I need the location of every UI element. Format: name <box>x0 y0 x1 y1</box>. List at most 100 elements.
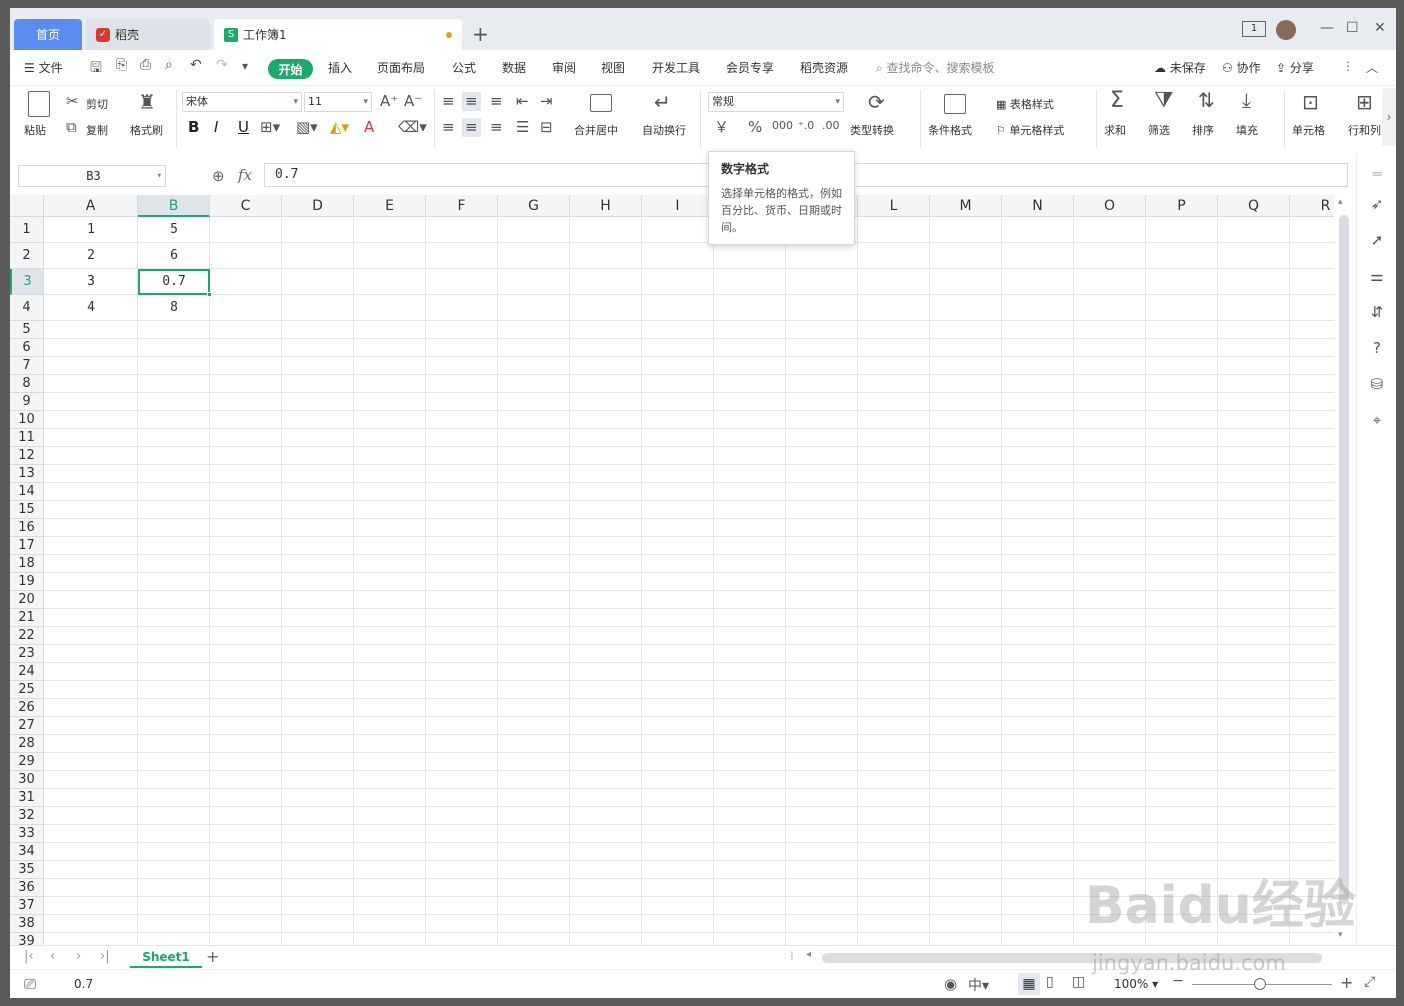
decrease-font-icon[interactable]: A⁻ <box>404 94 422 109</box>
scroll-up-icon[interactable]: ▴ <box>1338 197 1343 207</box>
macro-record-icon[interactable]: ⎚ <box>24 975 36 993</box>
undo-icon[interactable]: ↶ <box>190 57 202 73</box>
collapse-ribbon-icon[interactable]: ︿ <box>1366 59 1378 76</box>
underline-button[interactable]: U <box>238 120 249 135</box>
print-preview-icon[interactable]: ⌕ <box>165 57 173 73</box>
column-header-b[interactable]: B <box>138 195 210 217</box>
prev-sheet-icon[interactable]: ‹ <box>50 949 55 964</box>
row-header-33[interactable]: 33 <box>10 825 44 843</box>
fullscreen-icon[interactable]: ⤢ <box>1364 974 1375 990</box>
paste-icon[interactable] <box>28 91 50 117</box>
row-header-29[interactable]: 29 <box>10 753 44 771</box>
font-size-select[interactable]: 11 <box>304 92 372 112</box>
align-middle-icon[interactable]: ≡ <box>462 92 481 111</box>
row-header-16[interactable]: 16 <box>10 519 44 537</box>
column-header-g[interactable]: G <box>498 195 570 217</box>
row-header-26[interactable]: 26 <box>10 699 44 717</box>
select-cursor-icon[interactable]: ➚ <box>1366 229 1388 251</box>
row-header-30[interactable]: 30 <box>10 771 44 789</box>
currency-button[interactable]: ￥ <box>714 120 729 135</box>
align-bottom-icon[interactable]: ≡ <box>490 94 503 109</box>
align-left-icon[interactable]: ≡ <box>442 120 455 135</box>
row-header-27[interactable]: 27 <box>10 717 44 735</box>
distribute-icon[interactable]: ⊟ <box>540 120 553 135</box>
cell-b4[interactable]: 8 <box>138 295 210 321</box>
column-header-p[interactable]: P <box>1146 195 1218 217</box>
decrease-decimal-icon[interactable]: .00 <box>822 120 840 131</box>
italic-button[interactable]: I <box>214 120 218 135</box>
cell-b1[interactable]: 5 <box>138 217 210 243</box>
menu-file[interactable]: ☰ 文件 <box>24 59 63 76</box>
row-header-18[interactable]: 18 <box>10 555 44 573</box>
cell-style-button[interactable]: ⚐ 单元格样式 <box>996 122 1064 138</box>
select-all-corner[interactable] <box>10 195 44 217</box>
cell-a4[interactable]: 4 <box>44 295 138 321</box>
row-header-10[interactable]: 10 <box>10 411 44 429</box>
copy-button[interactable]: 复制 <box>86 122 108 138</box>
align-right-icon[interactable]: ≡ <box>490 120 503 135</box>
menu-start[interactable]: 开始 <box>268 59 313 79</box>
language-icon[interactable]: 中▾ <box>968 975 989 995</box>
fill-color-icon[interactable]: ◭▾ <box>330 120 349 135</box>
row-header-5[interactable]: 5 <box>10 321 44 339</box>
clear-format-icon[interactable]: ⌫▾ <box>398 120 427 135</box>
row-header-2[interactable]: 2 <box>10 243 44 269</box>
row-header-11[interactable]: 11 <box>10 429 44 447</box>
menu-developer[interactable]: 开发工具 <box>652 59 700 76</box>
row-header-36[interactable]: 36 <box>10 879 44 897</box>
row-header-7[interactable]: 7 <box>10 357 44 375</box>
zoom-slider-handle[interactable] <box>1254 978 1266 990</box>
number-format-select[interactable]: 常规 <box>708 92 844 112</box>
sum-button[interactable]: 求和 <box>1104 122 1126 138</box>
export-pdf-icon[interactable]: ⎘ <box>116 57 127 73</box>
row-header-28[interactable]: 28 <box>10 735 44 753</box>
row-header-31[interactable]: 31 <box>10 789 44 807</box>
ribbon-scroll-right-icon[interactable]: › <box>1382 88 1396 146</box>
command-search[interactable]: ⌕ 查找命令、搜索模板 <box>876 59 995 76</box>
scroll-left-icon[interactable]: ◂ <box>806 949 811 960</box>
row-header-8[interactable]: 8 <box>10 375 44 393</box>
menu-page-layout[interactable]: 页面布局 <box>377 59 425 76</box>
next-sheet-icon[interactable]: › <box>76 949 81 964</box>
bold-button[interactable]: B <box>188 120 199 135</box>
column-header-o[interactable]: O <box>1074 195 1146 217</box>
format-painter-button[interactable]: 格式刷 <box>130 122 163 138</box>
row-header-20[interactable]: 20 <box>10 591 44 609</box>
column-header-e[interactable]: E <box>354 195 426 217</box>
menu-daoke-resources[interactable]: 稻壳资源 <box>800 59 848 76</box>
row-header-19[interactable]: 19 <box>10 573 44 591</box>
new-tab-button[interactable]: + <box>472 22 489 46</box>
row-header-35[interactable]: 35 <box>10 861 44 879</box>
transfer-icon[interactable]: ⇵ <box>1366 301 1388 323</box>
row-header-39[interactable]: 39 <box>10 933 44 945</box>
column-header-q[interactable]: Q <box>1218 195 1290 217</box>
row-header-4[interactable]: 4 <box>10 295 44 321</box>
increase-font-icon[interactable]: A⁺ <box>380 94 398 109</box>
cell-button[interactable]: 单元格 <box>1292 122 1325 138</box>
sheet-tab-sheet1[interactable]: Sheet1 <box>130 946 202 968</box>
fx-icon[interactable]: fx <box>238 166 252 184</box>
font-name-select[interactable]: 宋体 <box>182 92 302 112</box>
eye-protect-icon[interactable]: ◉ <box>944 975 957 993</box>
scrollbar-thumb[interactable] <box>1339 215 1349 905</box>
menu-member[interactable]: 会员专享 <box>726 59 774 76</box>
collab-button[interactable]: ⚇ 协作 <box>1222 59 1261 76</box>
increase-decimal-icon[interactable]: ⁺.0 <box>798 120 814 131</box>
backup-icon[interactable]: ⛁ <box>1366 373 1388 395</box>
close-button[interactable]: ✕ <box>1374 20 1386 36</box>
row-header-37[interactable]: 37 <box>10 897 44 915</box>
row-header-22[interactable]: 22 <box>10 627 44 645</box>
indent-decrease-icon[interactable]: ⇤ <box>516 94 529 109</box>
cut-button[interactable]: 剪切 <box>86 96 108 112</box>
row-header-14[interactable]: 14 <box>10 483 44 501</box>
row-header-3[interactable]: 3 <box>10 269 44 295</box>
zoom-out-icon[interactable]: − <box>1172 973 1184 989</box>
page-view-icon[interactable]: ▯ <box>1046 974 1054 990</box>
normal-view-icon[interactable]: ▦ <box>1018 973 1040 995</box>
column-header-r[interactable]: R <box>1290 195 1334 217</box>
rocket-icon[interactable]: ➶ <box>1366 193 1388 215</box>
column-header-f[interactable]: F <box>426 195 498 217</box>
unsaved-button[interactable]: ☁ 未保存 <box>1154 59 1206 76</box>
help-icon[interactable]: ? <box>1366 337 1388 359</box>
percent-button[interactable]: % <box>748 120 762 135</box>
